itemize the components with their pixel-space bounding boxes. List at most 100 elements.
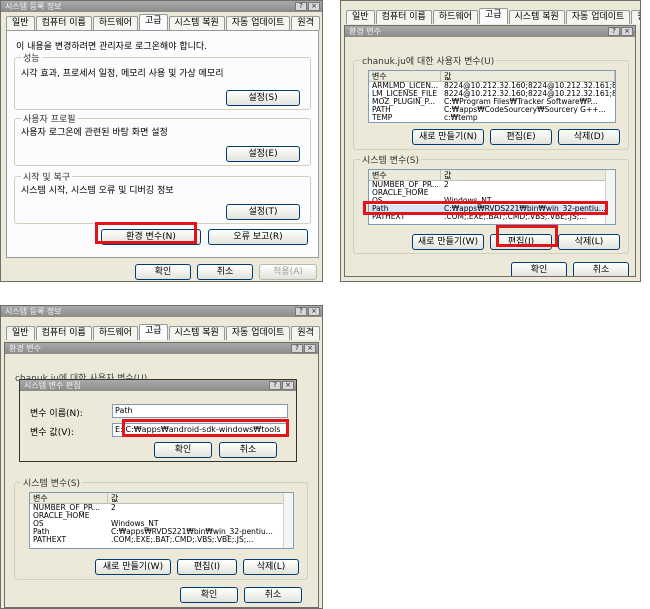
tab-auto-update[interactable]: 자동 업데이트 bbox=[225, 326, 291, 340]
tab-computer-name[interactable]: 컴퓨터 이름 bbox=[35, 326, 92, 340]
edit-cancel-button[interactable]: 취소 bbox=[219, 442, 277, 458]
help-icon[interactable]: ? bbox=[269, 381, 281, 390]
list-item[interactable]: TEMP c:₩temp bbox=[369, 114, 615, 122]
close-icon[interactable]: × bbox=[308, 2, 320, 11]
system-properties-window-3: 시스템 등록 정보 ? × 일반 컴퓨터 이름 하드웨어 고급 시스템 복원 자동… bbox=[0, 305, 323, 609]
list-item[interactable]: LM_LICENSE_FILE 8224@10.212.32.160;8224@1… bbox=[369, 90, 615, 98]
env-cancel-button[interactable]: 취소 bbox=[244, 587, 302, 603]
close-icon[interactable]: × bbox=[621, 27, 633, 36]
col-value-header[interactable]: 값 bbox=[441, 71, 615, 81]
edit-ok-button[interactable]: 확인 bbox=[154, 442, 212, 458]
tab-auto-update[interactable]: 자동 업데이트 bbox=[565, 10, 631, 24]
error-reporting-button[interactable]: 오류 보고(R) bbox=[208, 229, 308, 245]
performance-group: 성능 시각 효과, 프로세서 일정, 메모리 사용 및 가상 메모리 설정(S) bbox=[14, 51, 311, 110]
table-row[interactable]: ORACLE_HOME bbox=[369, 189, 615, 197]
user-edit-button[interactable]: 편집(E) bbox=[490, 129, 552, 145]
environment-variables-button[interactable]: 환경 변수(N) bbox=[101, 229, 201, 245]
table-row[interactable]: ORACLE_HOME bbox=[30, 512, 293, 520]
user-profile-settings-button[interactable]: 설정(E) bbox=[226, 146, 300, 162]
tab-system-restore[interactable]: 시스템 복원 bbox=[168, 326, 225, 340]
table-row[interactable]: NUMBER_OF_PR... 2 bbox=[30, 504, 293, 512]
tab-advanced[interactable]: 고급 bbox=[138, 324, 168, 340]
edit-dialog-title-bar[interactable]: 시스템 변수 편집 ? × bbox=[20, 380, 296, 391]
tab-system-restore[interactable]: 시스템 복원 bbox=[168, 16, 225, 30]
env-cancel-button[interactable]: 취소 bbox=[573, 262, 629, 276]
tab-auto-update[interactable]: 자동 업데이트 bbox=[225, 16, 291, 30]
system-variables-list[interactable]: 변수 값 NUMBER_OF_PR... 2 ORACLE_HOME OS Windo… bbox=[29, 492, 294, 549]
tab-general[interactable]: 일반 bbox=[6, 326, 35, 340]
system-new-button[interactable]: 새로 만들기(W) bbox=[95, 559, 171, 575]
col-value-header[interactable]: 값 bbox=[441, 170, 615, 180]
help-icon[interactable]: ? bbox=[291, 344, 303, 353]
variable-name-label: 변수 이름(N): bbox=[30, 409, 83, 419]
tab-advanced[interactable]: 고급 bbox=[478, 8, 508, 24]
table-row[interactable]: PATHEXT .COM;.EXE;.BAT;.CMD;.VBS;.VBE;.JS… bbox=[30, 536, 293, 544]
help-icon[interactable]: ? bbox=[608, 27, 620, 36]
system-variables-group: 시스템 변수(S) 변수 값 NUMBER_OF_PR... 2 ORACLE_HO… bbox=[353, 153, 629, 254]
apply-button[interactable]: 적용(A) bbox=[259, 264, 317, 280]
table-row[interactable]: OS Windows_NT bbox=[30, 520, 293, 528]
user-new-button[interactable]: 새로 만들기(N) bbox=[412, 129, 484, 145]
tab-computer-name[interactable]: 컴퓨터 이름 bbox=[35, 16, 92, 30]
tab-remote[interactable]: 원격 bbox=[291, 326, 320, 340]
col-variable-header[interactable]: 변수 bbox=[30, 493, 108, 503]
tab-hardware[interactable]: 하드웨어 bbox=[432, 10, 478, 24]
close-icon[interactable]: × bbox=[282, 381, 294, 390]
table-row[interactable]: NUMBER_OF_PR... 2 bbox=[369, 181, 615, 189]
system-new-button[interactable]: 새로 만들기(W) bbox=[412, 234, 484, 250]
table-row[interactable]: OS Windows_NT bbox=[369, 197, 615, 205]
user-variables-list[interactable]: 변수 값 ARMLMD_LICEN... 8224@10.212.32.160;82… bbox=[368, 70, 616, 123]
close-icon[interactable]: × bbox=[308, 307, 320, 316]
variable-name-input[interactable]: Path bbox=[112, 404, 288, 418]
col-variable-header[interactable]: 변수 bbox=[369, 170, 441, 180]
col-variable-header[interactable]: 변수 bbox=[369, 71, 441, 81]
variable-value-input[interactable]: E:;C:₩apps₩android-sdk-windows₩tools bbox=[112, 423, 288, 437]
help-icon[interactable]: ? bbox=[295, 2, 307, 11]
env-title-bar[interactable]: 환경 변수 ? × bbox=[345, 26, 635, 37]
tab-remote[interactable]: 원격 bbox=[631, 10, 640, 24]
col-value-header[interactable]: 값 bbox=[108, 493, 293, 503]
list-item[interactable]: ARMLMD_LICEN... 8224@10.212.32.160;8224@1… bbox=[369, 82, 615, 90]
env-title-bar[interactable]: 환경 변수 ? × bbox=[5, 343, 318, 354]
help-icon[interactable]: ? bbox=[295, 307, 307, 316]
table-row[interactable]: PATHEXT .COM;.EXE;.BAT;.CMD;.VBS;.VBE;.JS… bbox=[369, 213, 615, 221]
env-ok-button[interactable]: 확인 bbox=[511, 262, 567, 276]
title-bar[interactable]: 시스템 등록 정보 ? × bbox=[1, 1, 322, 12]
system-variables-group: 시스템 변수(S) 변수 값 NUMBER_OF_PR... 2 ORACLE_HO… bbox=[14, 476, 308, 580]
system-edit-button[interactable]: 편집(I) bbox=[490, 234, 552, 250]
tab-general[interactable]: 일반 bbox=[6, 16, 35, 30]
tab-hardware[interactable]: 하드웨어 bbox=[92, 326, 138, 340]
env-dialog-title: 환경 변수 bbox=[349, 27, 381, 36]
table-row-path-selected[interactable]: Path C:₩apps₩RVDS221₩bin₩win_32-pentiu... bbox=[369, 205, 615, 213]
system-delete-button[interactable]: 삭제(L) bbox=[243, 559, 299, 575]
env-ok-button[interactable]: 확인 bbox=[180, 587, 238, 603]
user-profile-desc: 사용자 로그온에 관련된 바탕 화면 설정 bbox=[21, 128, 168, 138]
window-title: 시스템 등록 정보 bbox=[5, 2, 62, 11]
close-icon[interactable]: × bbox=[304, 344, 316, 353]
user-delete-button[interactable]: 삭제(D) bbox=[558, 129, 620, 145]
system-variables-list[interactable]: 변수 값 NUMBER_OF_PR... 2 ORACLE_HOME OS Windo… bbox=[368, 169, 616, 225]
table-row[interactable]: Path C:₩apps₩RVDS221₩bin₩win_32-pentiu... bbox=[30, 528, 293, 536]
edit-dialog-title: 시스템 변수 편집 bbox=[24, 381, 81, 390]
tab-computer-name[interactable]: 컴퓨터 이름 bbox=[375, 10, 432, 24]
startup-settings-button[interactable]: 설정(T) bbox=[226, 204, 300, 220]
cancel-button[interactable]: 취소 bbox=[197, 264, 253, 280]
list-item[interactable]: PATH C:₩apps₩CodeSourcery₩Sourcery G++... bbox=[369, 106, 615, 114]
ok-button[interactable]: 확인 bbox=[135, 264, 191, 280]
tab-system-restore[interactable]: 시스템 복원 bbox=[508, 10, 565, 24]
user-variables-label: chanuk.ju에 대한 사용자 변수(U) bbox=[360, 54, 497, 67]
scrollbar[interactable] bbox=[283, 493, 293, 548]
system-properties-window: 시스템 등록 정보 ? × 일반 컴퓨터 이름 하드웨어 고급 시스템 복원 자동… bbox=[0, 0, 323, 282]
system-edit-button[interactable]: 편집(I) bbox=[177, 559, 237, 575]
list-item[interactable]: MOZ_PLUGIN_P... C:₩Program Files₩Tracker … bbox=[369, 98, 615, 106]
tab-general[interactable]: 일반 bbox=[346, 10, 375, 24]
scrollbar[interactable] bbox=[605, 170, 615, 224]
performance-settings-button[interactable]: 설정(S) bbox=[226, 90, 300, 106]
tab-advanced[interactable]: 고급 bbox=[138, 14, 168, 30]
tab-hardware[interactable]: 하드웨어 bbox=[92, 16, 138, 30]
window-title: 시스템 등록 정보 bbox=[5, 307, 62, 316]
admin-notice: 이 내용을 변경하려면 관리자로 로그온해야 합니다. bbox=[16, 42, 208, 52]
tab-remote[interactable]: 원격 bbox=[291, 16, 320, 30]
system-delete-button[interactable]: 삭제(L) bbox=[558, 234, 620, 250]
title-bar[interactable]: 시스템 등록 정보 ? × bbox=[1, 306, 322, 317]
